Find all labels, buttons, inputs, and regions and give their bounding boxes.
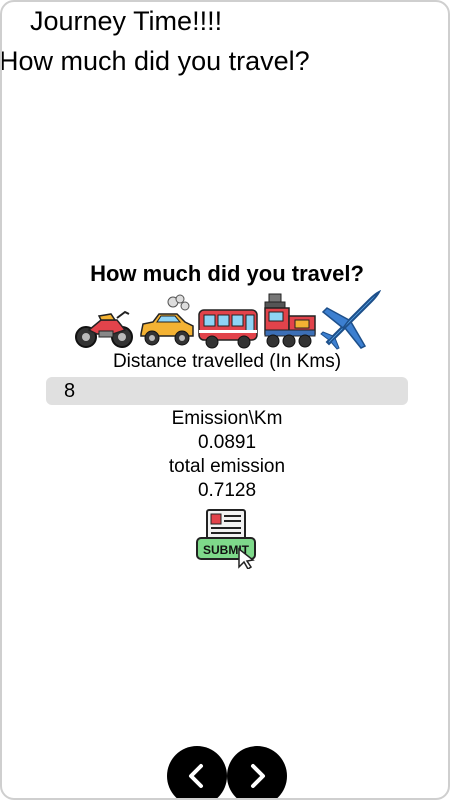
travel-card: How much did you travel? Distance travel… [2, 260, 448, 571]
total-emission-label: total emission [168, 456, 286, 477]
app-screen: Journey Time!!!! How much did you travel… [0, 0, 450, 800]
forward-button[interactable] [227, 746, 287, 798]
total-emission-value: 0.7128 [197, 480, 257, 501]
page-title: Journey Time!!!! [30, 6, 223, 36]
card-heading: How much did you travel? [90, 261, 364, 286]
chevron-right-icon [251, 764, 265, 788]
airplane-icon [320, 290, 381, 350]
emission-block: Emission\Km 0.0891 total emission 0.7128 [2, 407, 448, 503]
car-icon [140, 294, 194, 346]
train-icon [264, 293, 316, 348]
emission-per-km-label: Emission\Km [171, 408, 283, 429]
emission-per-km-value: 0.0891 [197, 432, 257, 453]
bus-icon [198, 309, 258, 349]
chevron-left-icon [189, 764, 203, 788]
distance-input[interactable] [46, 377, 394, 405]
distance-field[interactable] [46, 377, 408, 405]
navigation-buttons [167, 746, 287, 798]
motorcycle-icon [75, 310, 133, 348]
submit-icon: SUBMIT [196, 509, 256, 571]
submit-button[interactable]: SUBMIT [195, 509, 259, 571]
page-subtitle: How much did you travel? [0, 46, 310, 76]
back-button[interactable] [167, 746, 227, 798]
vehicle-icons-row [2, 288, 448, 350]
distance-label: Distance travelled (In Kms) [112, 351, 342, 372]
